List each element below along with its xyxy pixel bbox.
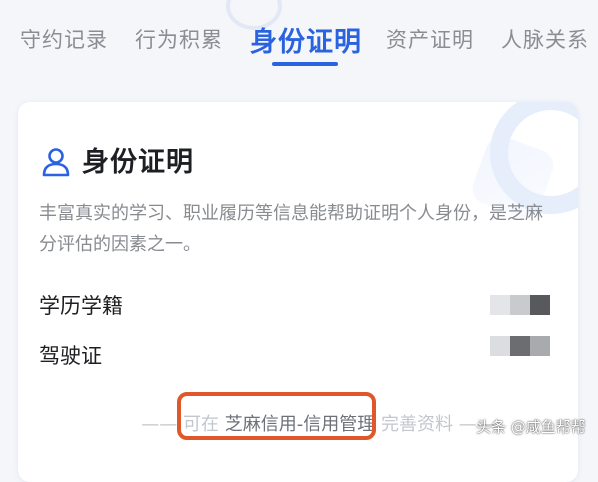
highlight-annotation-box <box>177 392 376 440</box>
tab-bar: 守约记录 行为积累 身份证明 资产证明 人脉关系 <box>0 0 598 80</box>
tab-behavior-accumulation[interactable]: 行为积累 <box>135 24 223 54</box>
user-icon <box>42 148 70 177</box>
card-description: 丰富真实的学习、职业履历等信息能帮助证明个人身份，是芝麻分评估的因素之一。 <box>39 203 543 255</box>
active-tab-indicator <box>272 62 338 66</box>
tab-keep-promise-records[interactable]: 守约记录 <box>20 24 108 54</box>
education-record-value-blurred <box>490 295 550 315</box>
education-record-label[interactable]: 学历学籍 <box>39 290 123 320</box>
card-title: 身份证明 <box>82 147 194 178</box>
drivers-license-value-blurred <box>490 336 550 356</box>
watermark: 头条 @咸鱼帮帮 <box>476 418 586 436</box>
drivers-license-label[interactable]: 驾驶证 <box>39 340 102 370</box>
tab-identity-proof[interactable]: 身份证明 <box>250 20 362 59</box>
tab-connections[interactable]: 人脉关系 <box>501 24 589 54</box>
tab-asset-proof[interactable]: 资产证明 <box>386 24 474 54</box>
